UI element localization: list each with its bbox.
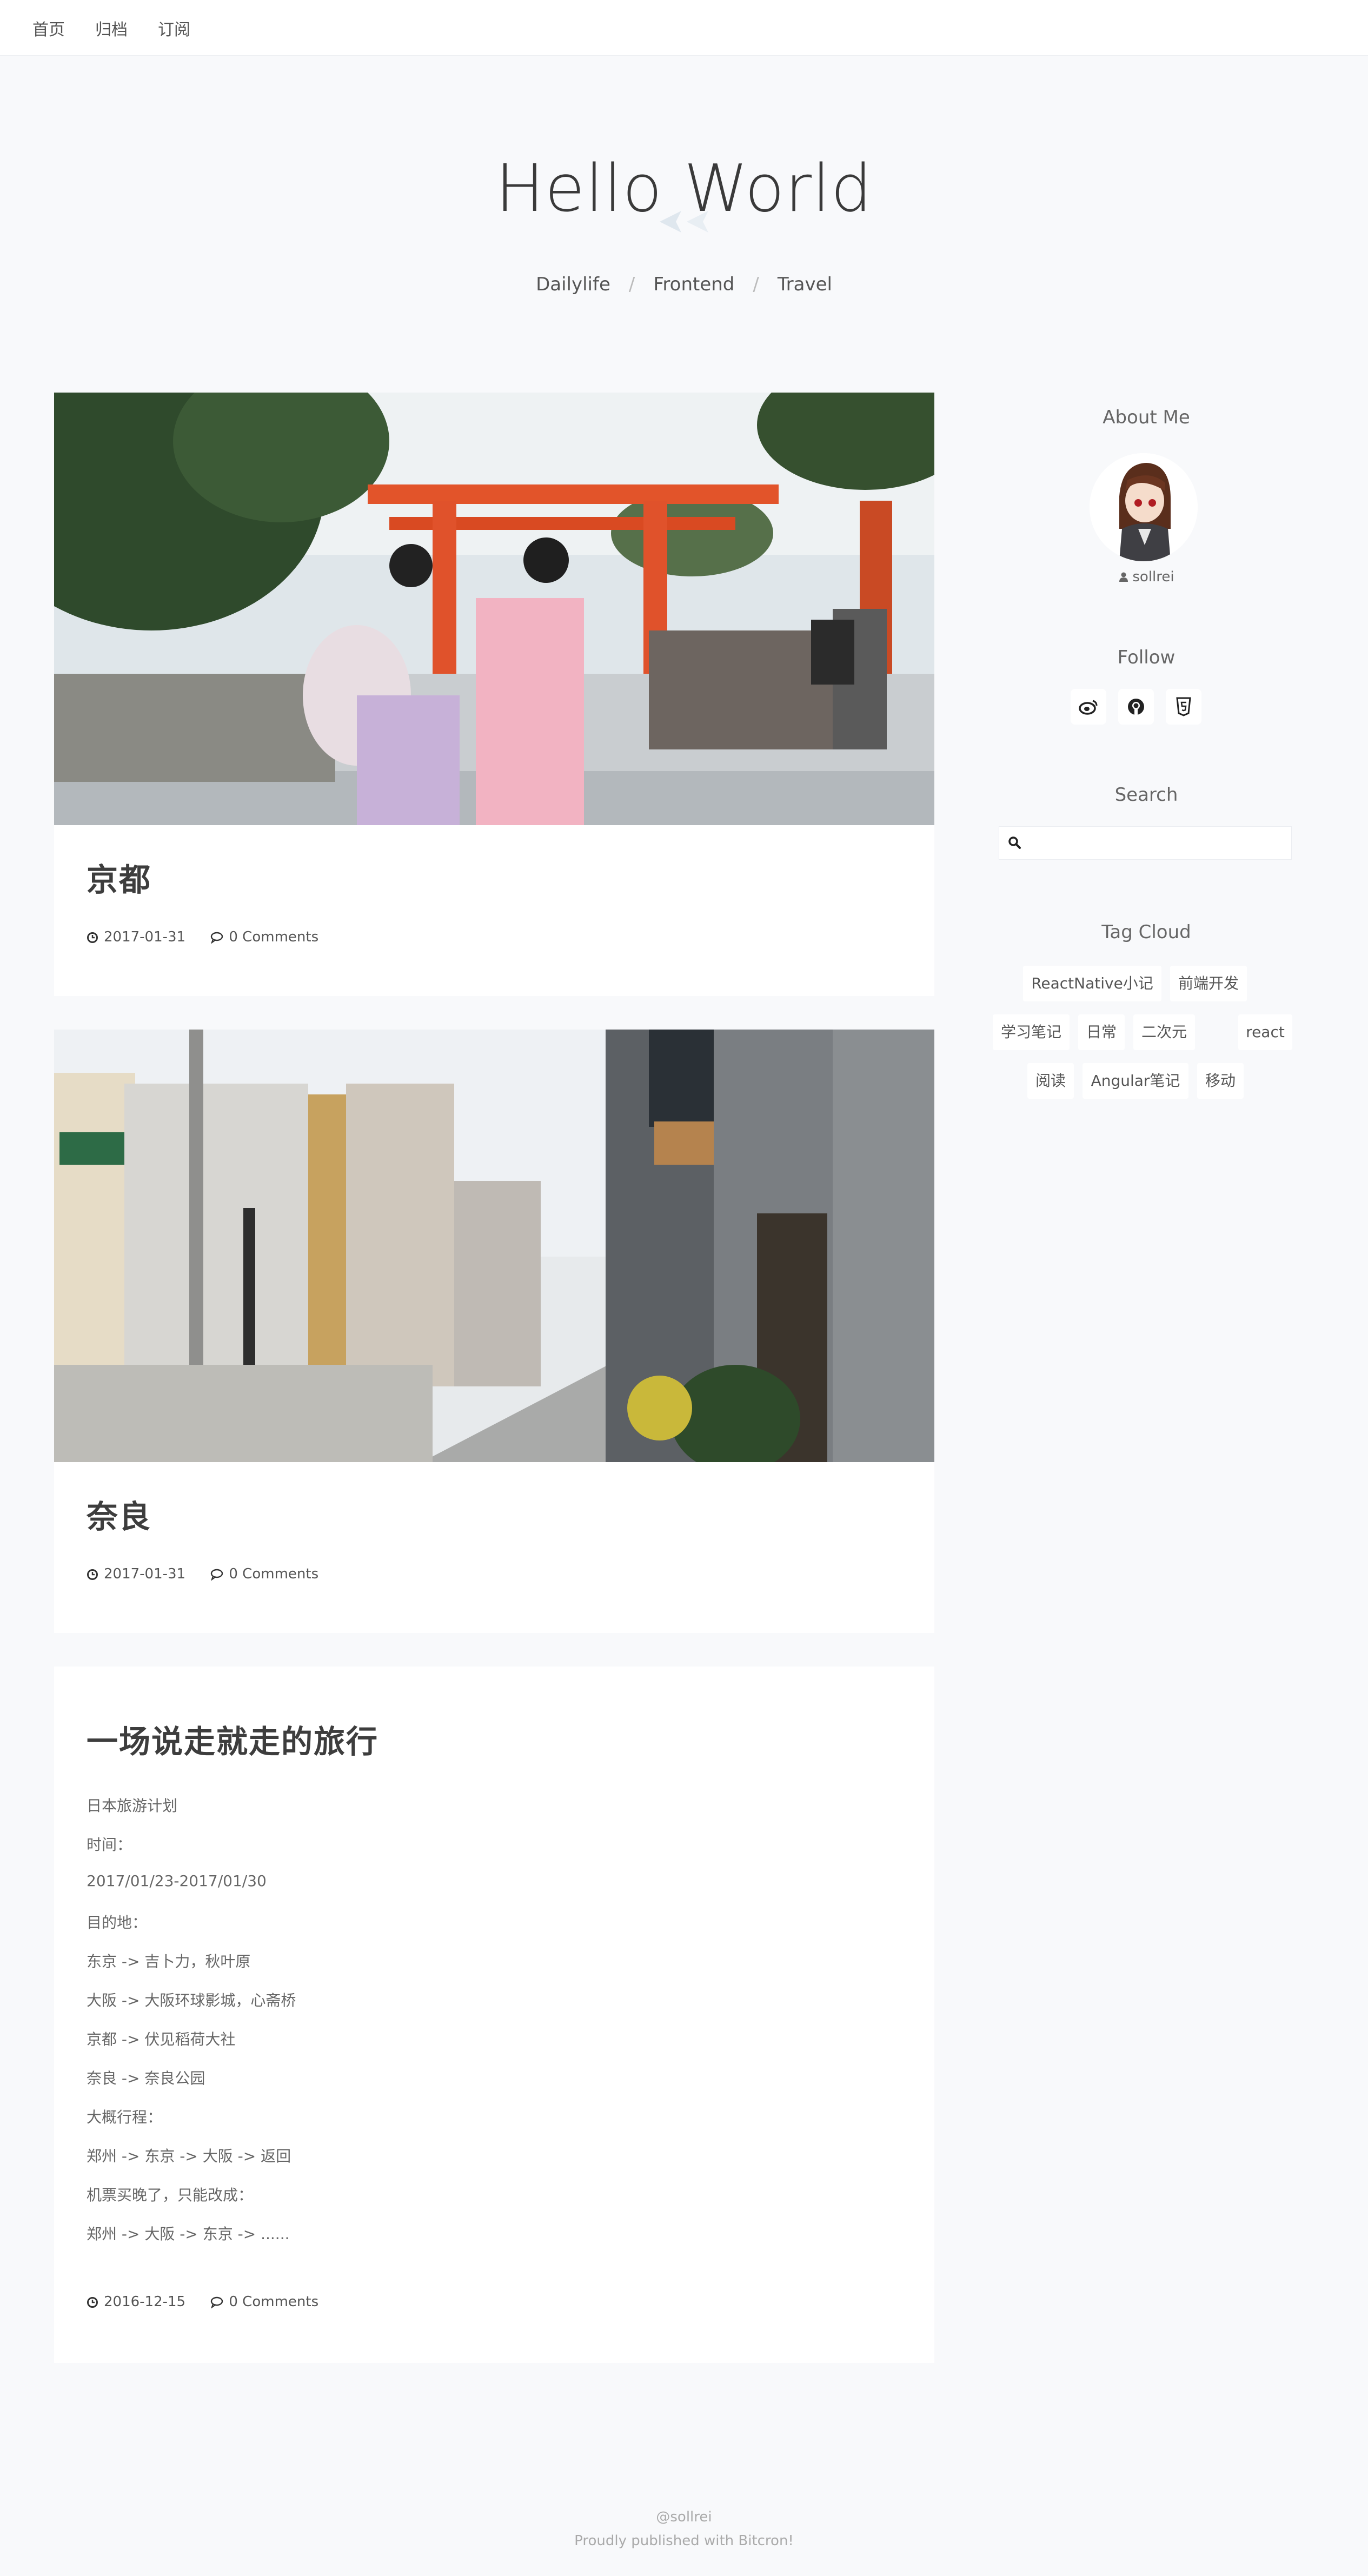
nara-street-photo	[54, 1030, 934, 1462]
post-paragraph: 郑州 -> 大阪 -> 东京 -> ......	[87, 2225, 290, 2243]
post-comments-text: 0 Comments	[229, 1566, 319, 1582]
post-paragraph: 目的地：	[87, 1914, 148, 1931]
post-card-kyoto: 京都 2017-01-31 0 Comments	[54, 393, 934, 996]
weibo-icon[interactable]	[1071, 689, 1106, 725]
tag-item[interactable]: 二次元	[1133, 1014, 1195, 1050]
comment-icon	[211, 1569, 223, 1581]
post-paragraph: 京都 -> 伏见稻荷大社	[87, 2030, 236, 2048]
category-separator: /	[628, 274, 635, 295]
post-title[interactable]: 京都	[87, 854, 151, 900]
post-date-text: 2017-01-31	[104, 929, 186, 945]
post-title[interactable]: 奈良	[87, 1491, 151, 1537]
search-box[interactable]	[999, 826, 1292, 860]
post-paragraph: 时间：	[87, 1836, 132, 1854]
post-comments-text: 0 Comments	[229, 2294, 319, 2310]
clock-icon	[87, 1569, 98, 1580]
about-me-title: About Me	[1103, 407, 1190, 428]
post-paragraph: 奈良 -> 奈良公园	[87, 2069, 205, 2087]
post-paragraph: 2017/01/23-2017/01/30	[87, 1872, 267, 1890]
post-meta: 2016-12-15 0 Comments	[87, 2294, 339, 2310]
post-paragraph: 大概行程：	[87, 2108, 163, 2126]
post-date-text: 2017-01-31	[104, 1566, 186, 1582]
tag-item[interactable]: 学习笔记	[993, 1014, 1070, 1050]
follow-title: Follow	[1117, 647, 1176, 668]
post-date: 2017-01-31	[87, 1566, 185, 1582]
category-dailylife-link[interactable]: Dailylife	[536, 274, 610, 295]
footer-author[interactable]: @sollrei	[0, 2509, 1368, 2525]
post-cover-image-nara[interactable]	[54, 1030, 934, 1462]
tag-item[interactable]: 日常	[1078, 1014, 1125, 1050]
post-card-trip: 一场说走就走的旅行 日本旅游计划 时间： 2017/01/23-2017/01/…	[54, 1667, 934, 2363]
post-paragraph: 大阪 -> 大阪环球影城，心斋桥	[87, 1991, 296, 2009]
comment-icon	[211, 932, 223, 944]
nav-subscribe-link[interactable]: 订阅	[158, 16, 190, 40]
tag-cloud-title: Tag Cloud	[1101, 921, 1191, 943]
search-title: Search	[1114, 784, 1178, 806]
post-cover-image-kyoto[interactable]	[54, 393, 934, 825]
post-meta: 2017-01-31 0 Comments	[87, 929, 339, 945]
nav-home-link[interactable]: 首页	[32, 16, 65, 40]
post-date: 2017-01-31	[87, 929, 185, 945]
post-date: 2016-12-15	[87, 2294, 185, 2310]
author-name[interactable]: sollrei	[973, 569, 1319, 585]
post-paragraph: 东京 -> 吉卜力，秋叶原	[87, 1953, 251, 1970]
avatar[interactable]	[1090, 453, 1198, 561]
tag-item[interactable]: ReactNative小记	[1023, 966, 1161, 1001]
post-card-nara: 奈良 2017-01-31 0 Comments	[54, 1030, 934, 1633]
footer-credit[interactable]: Proudly published with Bitcron!	[0, 2533, 1368, 2549]
comment-icon	[211, 2296, 223, 2309]
post-title[interactable]: 一场说走就走的旅行	[87, 1716, 378, 1762]
post-paragraph: 日本旅游计划	[87, 1797, 178, 1815]
post-paragraph: 郑州 -> 东京 -> 大阪 -> 返回	[87, 2147, 291, 2165]
tag-item[interactable]: 阅读	[1027, 1063, 1074, 1099]
top-navigation: 首页 归档 订阅	[0, 0, 1368, 56]
nav-archive-link[interactable]: 归档	[95, 16, 128, 40]
tag-item[interactable]: 移动	[1197, 1063, 1244, 1099]
search-input[interactable]	[1026, 827, 1288, 859]
tag-item[interactable]: Angular笔记	[1083, 1063, 1188, 1099]
post-comments[interactable]: 0 Comments	[210, 929, 318, 945]
post-comments[interactable]: 0 Comments	[210, 1566, 318, 1582]
user-icon	[1119, 572, 1128, 582]
category-frontend-link[interactable]: Frontend	[653, 274, 734, 295]
post-comments-text: 0 Comments	[229, 929, 319, 945]
clock-icon	[87, 2297, 98, 2308]
title-decoration-icon	[660, 211, 708, 233]
tag-item[interactable]: react	[1238, 1014, 1292, 1050]
post-meta: 2017-01-31 0 Comments	[87, 1566, 339, 1582]
category-travel-link[interactable]: Travel	[778, 274, 832, 295]
post-comments[interactable]: 0 Comments	[210, 2294, 318, 2310]
tag-item[interactable]: 前端开发	[1170, 966, 1247, 1001]
category-separator: /	[753, 274, 759, 295]
category-navigation: Dailylife / Frontend / Travel	[0, 274, 1368, 295]
avatar-illustration	[1090, 453, 1198, 561]
html5-icon[interactable]	[1166, 689, 1201, 725]
github-icon[interactable]	[1118, 689, 1154, 725]
kyoto-torii-photo	[54, 393, 934, 825]
post-paragraph: 机票买晚了，只能改成：	[87, 2186, 254, 2204]
author-name-text: sollrei	[1132, 569, 1174, 585]
post-date-text: 2016-12-15	[104, 2294, 186, 2310]
search-icon	[1008, 836, 1021, 849]
clock-icon	[87, 932, 98, 943]
follow-icons	[1071, 689, 1222, 725]
